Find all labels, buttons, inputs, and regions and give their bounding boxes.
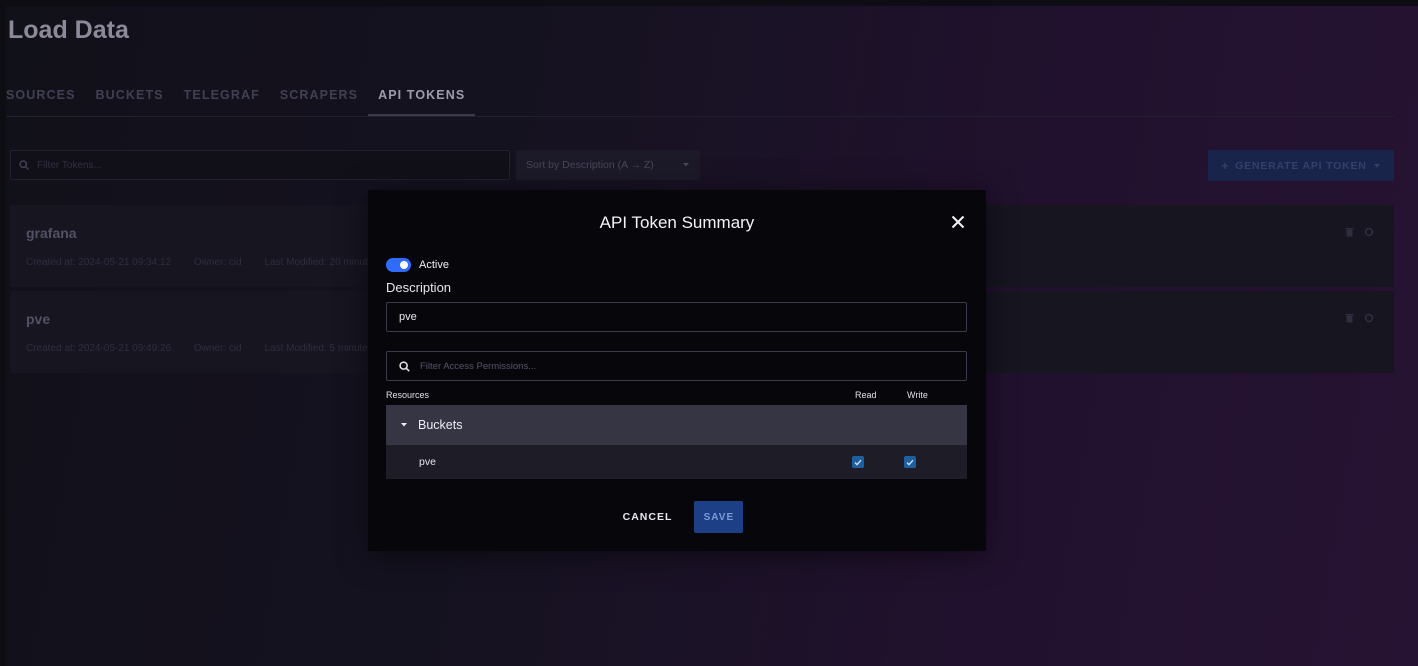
cancel-button[interactable]: CANCEL <box>611 502 685 532</box>
checkmark-icon <box>854 459 862 466</box>
buckets-group-row[interactable]: Buckets <box>386 405 967 445</box>
dialog-footer: CANCEL SAVE <box>368 501 986 533</box>
permission-row: pve <box>386 445 967 479</box>
caret-down-icon <box>401 423 407 427</box>
buckets-group-label: Buckets <box>418 418 463 432</box>
close-icon[interactable] <box>950 214 966 230</box>
write-checkbox[interactable] <box>904 456 916 468</box>
active-toggle[interactable] <box>386 258 411 272</box>
description-label: Description <box>386 280 452 295</box>
permission-resource-name: pve <box>419 456 436 468</box>
description-input[interactable] <box>386 302 967 332</box>
column-write: Write <box>907 390 928 400</box>
search-icon <box>399 360 410 372</box>
read-checkbox[interactable] <box>852 456 864 468</box>
permissions-filter-placeholder: Filter Access Permissions... <box>420 360 537 372</box>
permissions-header: Resources Read Write <box>386 390 967 404</box>
save-button[interactable]: SAVE <box>694 501 744 533</box>
active-toggle-row: Active <box>386 258 449 272</box>
column-read: Read <box>855 390 877 400</box>
permissions-filter-input[interactable]: Filter Access Permissions... <box>386 351 967 381</box>
checkmark-icon <box>906 459 914 466</box>
column-resources: Resources <box>386 390 430 400</box>
dialog-title: API Token Summary <box>599 213 755 232</box>
active-toggle-label: Active <box>419 259 449 271</box>
api-token-summary-dialog: API Token Summary Active Description Fil… <box>368 190 986 551</box>
